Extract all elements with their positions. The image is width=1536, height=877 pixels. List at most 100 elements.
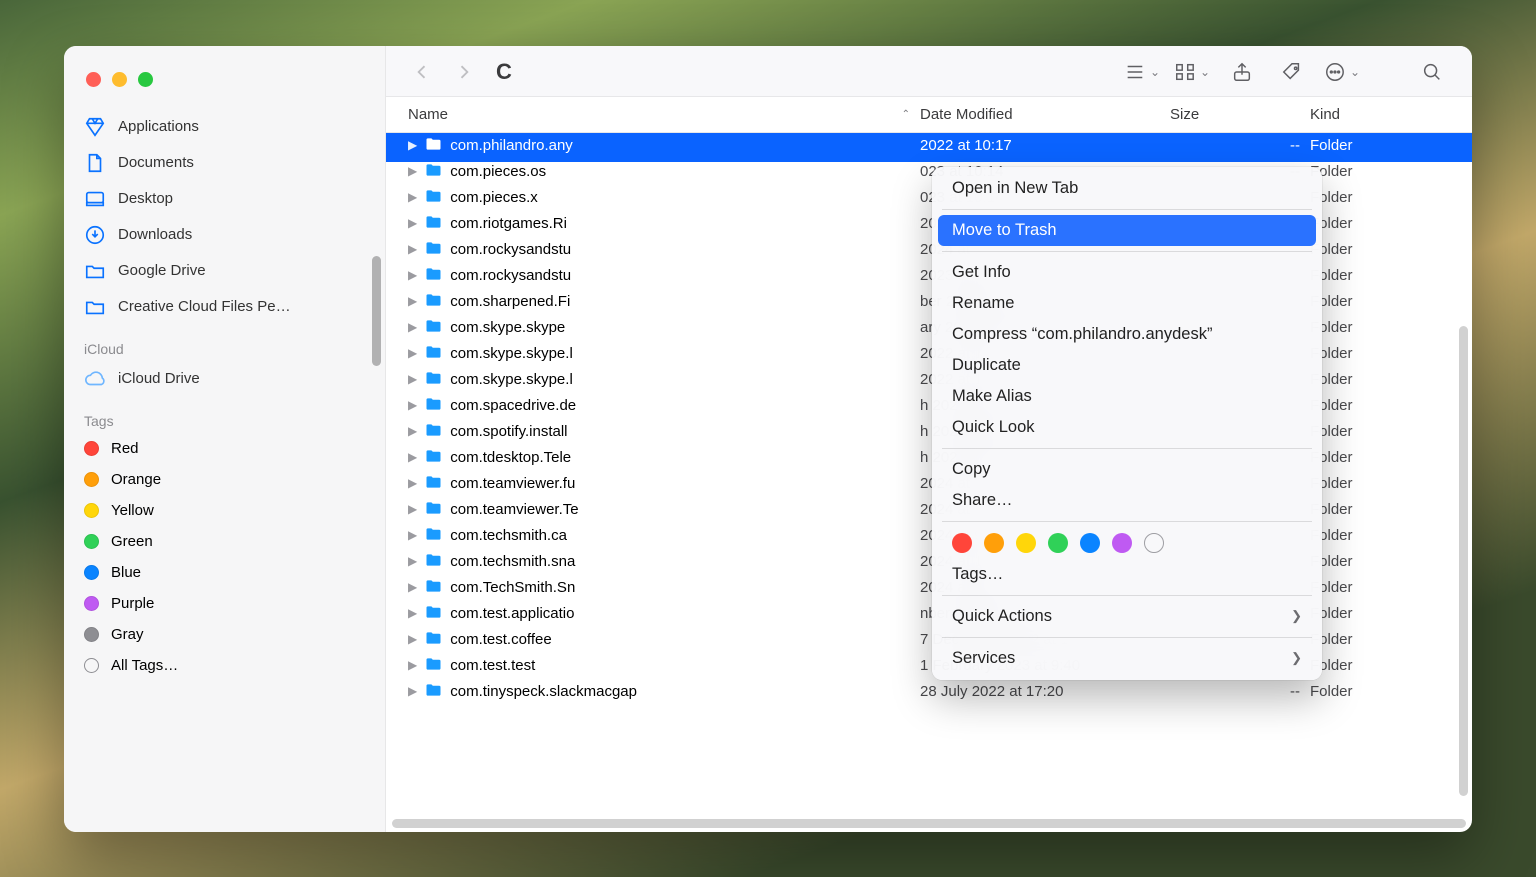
sidebar-item-all-tags[interactable]: All Tags… [64, 650, 385, 681]
toolbar: C ⌄ ⌄ ⌄ [386, 46, 1472, 97]
disclosure-triangle-icon[interactable]: ▶ [408, 294, 417, 308]
table-row[interactable]: ▶com.tinyspeck.slackmacgap28 July 2022 a… [386, 679, 1472, 705]
file-date: 28 July 2022 at 17:20 [920, 683, 1170, 700]
group-by-button[interactable]: ⌄ [1174, 61, 1210, 83]
sidebar-item-creative-cloud-files-pe-[interactable]: Creative Cloud Files Pe… [64, 289, 385, 325]
column-size[interactable]: Size [1170, 106, 1310, 123]
folder-icon [425, 500, 442, 520]
disclosure-triangle-icon[interactable]: ▶ [408, 242, 417, 256]
actions-button[interactable]: ⌄ [1324, 61, 1360, 83]
disclosure-triangle-icon[interactable]: ▶ [408, 684, 417, 698]
desk-icon [84, 188, 106, 210]
menu-open-in-new-tab[interactable]: Open in New Tab [932, 173, 1322, 204]
menu-compress[interactable]: Compress “com.philandro.anydesk” [932, 319, 1322, 350]
main-area: C ⌄ ⌄ ⌄ Name⌃ Date Modified S [386, 46, 1472, 832]
column-date[interactable]: Date Modified [920, 106, 1170, 123]
disclosure-triangle-icon[interactable]: ▶ [408, 320, 417, 334]
column-kind[interactable]: Kind [1310, 106, 1450, 123]
close-window-button[interactable] [86, 72, 101, 87]
sidebar-item-applications[interactable]: Applications [64, 109, 385, 145]
disclosure-triangle-icon[interactable]: ▶ [408, 528, 417, 542]
menu-tags[interactable]: Tags… [932, 559, 1322, 590]
minimize-window-button[interactable] [112, 72, 127, 87]
column-name[interactable]: Name⌃ [408, 106, 920, 123]
disclosure-triangle-icon[interactable]: ▶ [408, 554, 417, 568]
sidebar-item-icloud-drive[interactable]: iCloud Drive [64, 361, 385, 397]
sidebar-tag-yellow[interactable]: Yellow [64, 495, 385, 526]
sidebar-item-desktop[interactable]: Desktop [64, 181, 385, 217]
sidebar-tag-purple[interactable]: Purple [64, 588, 385, 619]
tag-color-choice[interactable] [1048, 533, 1068, 553]
menu-make-alias[interactable]: Make Alias [932, 381, 1322, 412]
disclosure-triangle-icon[interactable]: ▶ [408, 190, 417, 204]
disclosure-triangle-icon[interactable]: ▶ [408, 268, 417, 282]
folder-icon [425, 422, 442, 442]
disclosure-triangle-icon[interactable]: ▶ [408, 476, 417, 490]
sidebar-tag-red[interactable]: Red [64, 433, 385, 464]
sidebar-item-label: Yellow [111, 502, 154, 519]
menu-share[interactable]: Share… [932, 485, 1322, 516]
column-headers: Name⌃ Date Modified Size Kind [386, 97, 1472, 133]
sidebar-tag-green[interactable]: Green [64, 526, 385, 557]
sidebar-item-label: Purple [111, 595, 154, 612]
cloud-icon [84, 368, 106, 390]
sidebar-section-icloud: iCloud [64, 325, 385, 361]
sidebar-item-documents[interactable]: Documents [64, 145, 385, 181]
tags-button[interactable] [1274, 61, 1310, 83]
tag-color-none[interactable] [1144, 533, 1164, 553]
tag-color-choice[interactable] [952, 533, 972, 553]
tag-dot-icon [84, 596, 99, 611]
table-row[interactable]: ▶com.philandro.any2022 at 10:17--Folder [386, 133, 1472, 159]
forward-button[interactable] [450, 58, 478, 86]
disclosure-triangle-icon[interactable]: ▶ [408, 658, 417, 672]
disclosure-triangle-icon[interactable]: ▶ [408, 606, 417, 620]
disclosure-triangle-icon[interactable]: ▶ [408, 346, 417, 360]
sidebar-scrollbar[interactable] [372, 256, 381, 366]
sidebar-tag-gray[interactable]: Gray [64, 619, 385, 650]
tag-color-choice[interactable] [1112, 533, 1132, 553]
disclosure-triangle-icon[interactable]: ▶ [408, 398, 417, 412]
menu-rename[interactable]: Rename [932, 288, 1322, 319]
view-mode-button[interactable]: ⌄ [1124, 61, 1160, 83]
search-button[interactable] [1414, 61, 1450, 83]
menu-quick-actions[interactable]: Quick Actions❯ [932, 601, 1322, 632]
menu-duplicate[interactable]: Duplicate [932, 350, 1322, 381]
file-kind: Folder [1310, 605, 1450, 622]
disclosure-triangle-icon[interactable]: ▶ [408, 424, 417, 438]
menu-quick-look[interactable]: Quick Look [932, 412, 1322, 443]
disclosure-triangle-icon[interactable]: ▶ [408, 164, 417, 178]
sidebar-item-label: Creative Cloud Files Pe… [118, 298, 291, 315]
sidebar-item-downloads[interactable]: Downloads [64, 217, 385, 253]
menu-copy[interactable]: Copy [932, 454, 1322, 485]
back-button[interactable] [408, 58, 436, 86]
disclosure-triangle-icon[interactable]: ▶ [408, 580, 417, 594]
sidebar-item-label: Gray [111, 626, 144, 643]
tag-color-choice[interactable] [1080, 533, 1100, 553]
disclosure-triangle-icon[interactable]: ▶ [408, 138, 417, 152]
disclosure-triangle-icon[interactable]: ▶ [408, 502, 417, 516]
disclosure-triangle-icon[interactable]: ▶ [408, 216, 417, 230]
sidebar-tag-orange[interactable]: Orange [64, 464, 385, 495]
menu-move-to-trash[interactable]: Move to Trash [938, 215, 1316, 246]
vertical-scrollbar[interactable] [1459, 326, 1468, 796]
disclosure-triangle-icon[interactable]: ▶ [408, 450, 417, 464]
file-kind: Folder [1310, 397, 1450, 414]
horizontal-scrollbar[interactable] [392, 819, 1466, 828]
file-name: com.pieces.x [450, 189, 538, 206]
sidebar-tag-blue[interactable]: Blue [64, 557, 385, 588]
share-button[interactable] [1224, 61, 1260, 83]
tag-color-choice[interactable] [1016, 533, 1036, 553]
chevron-right-icon: ❯ [1291, 650, 1302, 666]
file-kind: Folder [1310, 371, 1450, 388]
disclosure-triangle-icon[interactable]: ▶ [408, 632, 417, 646]
folder-icon [425, 474, 442, 494]
menu-services[interactable]: Services❯ [932, 643, 1322, 674]
tag-dot-icon [84, 627, 99, 642]
file-kind: Folder [1310, 319, 1450, 336]
menu-get-info[interactable]: Get Info [932, 257, 1322, 288]
sidebar-item-google-drive[interactable]: Google Drive [64, 253, 385, 289]
disclosure-triangle-icon[interactable]: ▶ [408, 372, 417, 386]
folder-icon [425, 448, 442, 468]
zoom-window-button[interactable] [138, 72, 153, 87]
tag-color-choice[interactable] [984, 533, 1004, 553]
